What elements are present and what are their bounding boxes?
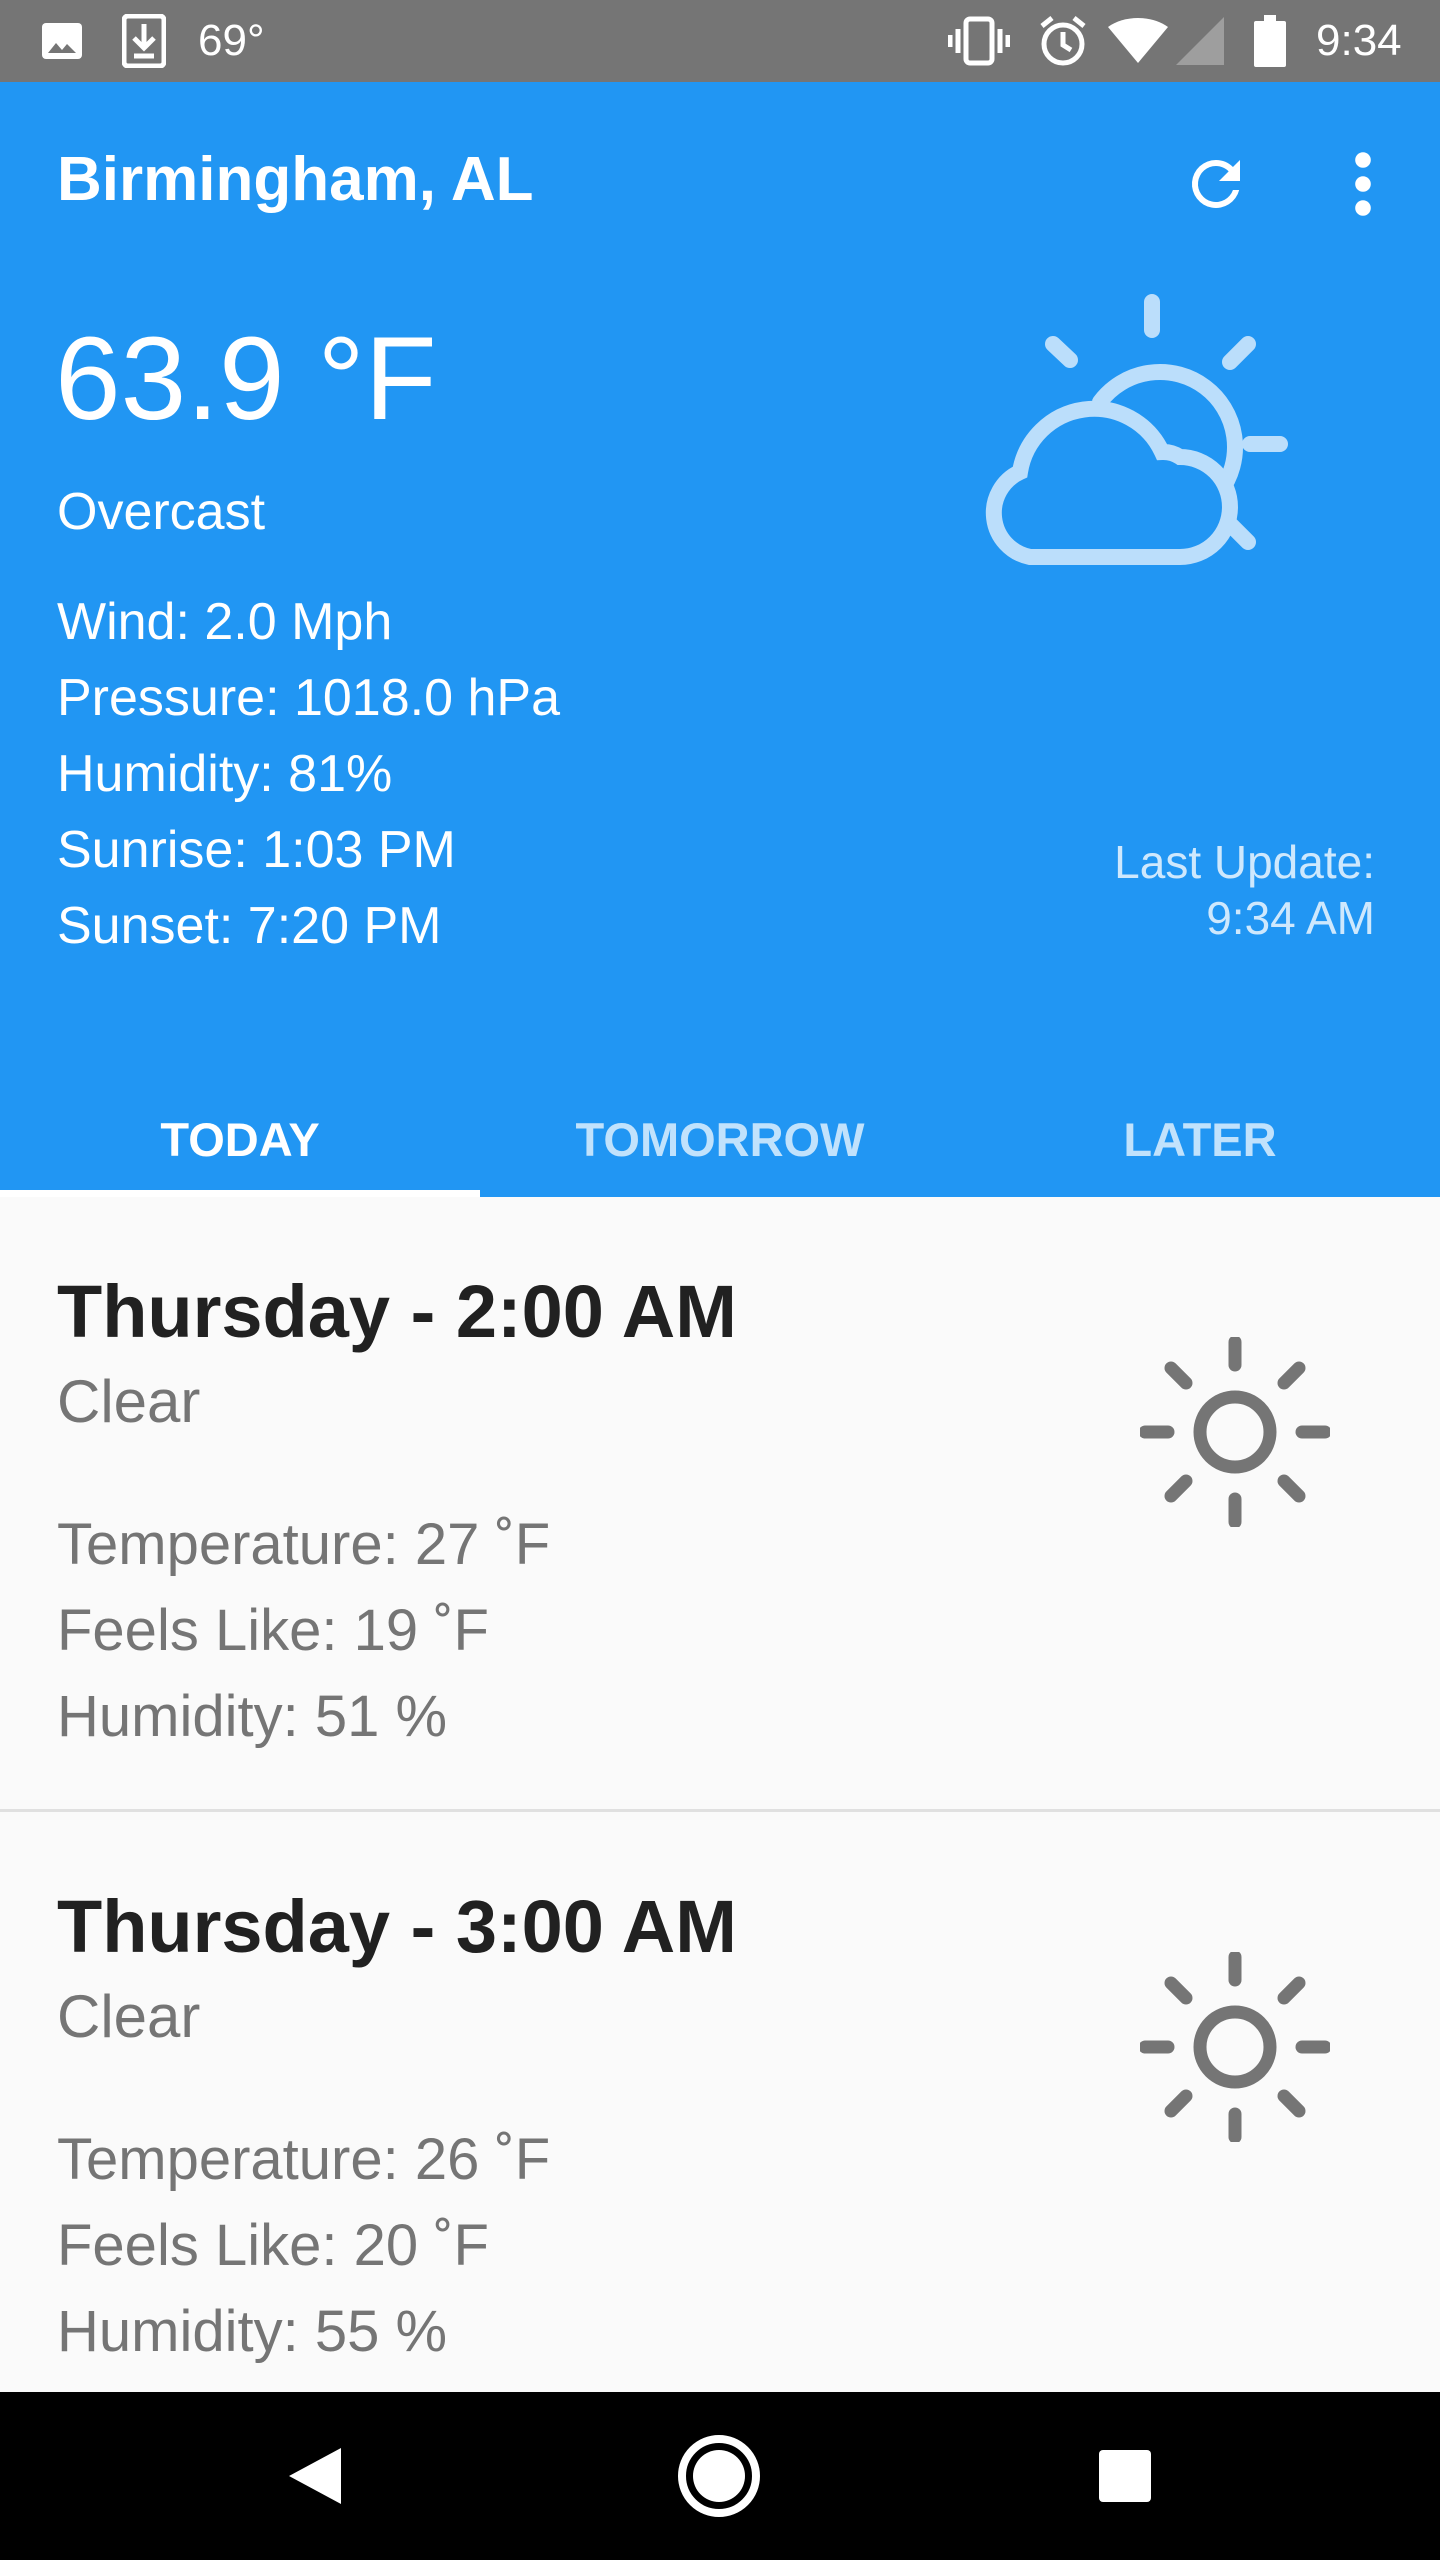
signal-icon <box>1176 0 1224 82</box>
pressure-value: Pressure: 1018.0 hPa <box>57 669 560 727</box>
sun-icon <box>1138 1335 1332 1529</box>
tab-later[interactable]: LATER <box>960 1082 1440 1197</box>
forecast-feels-like: Feels Like: 20 ˚F <box>57 2213 489 2278</box>
vibrate-icon <box>948 0 1010 82</box>
partly-cloudy-icon <box>930 292 1300 592</box>
image-icon <box>38 0 86 82</box>
refresh-icon[interactable] <box>1180 148 1252 220</box>
home-icon[interactable] <box>669 2426 769 2526</box>
humidity-value: Humidity: 81% <box>57 745 393 803</box>
forecast-time: Thursday - 3:00 AM <box>57 1885 737 1968</box>
forecast-temperature: Temperature: 27 ˚F <box>57 1512 551 1577</box>
list-item[interactable]: Thursday - 2:00 AM Clear Temperature: 27… <box>0 1197 1440 1809</box>
overflow-menu-icon[interactable] <box>1330 148 1396 220</box>
forecast-humidity: Humidity: 51 % <box>57 1684 448 1749</box>
list-item[interactable]: Thursday - 3:00 AM Clear Temperature: 26… <box>0 1812 1440 2392</box>
weather-details: Wind: 2.0 Mph Pressure: 1018.0 hPa Humid… <box>57 584 560 964</box>
tab-indicator <box>0 1190 480 1197</box>
forecast-tabs: TODAY TOMORROW LATER <box>0 1082 1440 1197</box>
back-icon[interactable] <box>265 2426 365 2526</box>
tab-tomorrow[interactable]: TOMORROW <box>480 1082 960 1197</box>
navigation-bar <box>0 2392 1440 2560</box>
last-update-label: Last Update: <box>1114 836 1375 888</box>
status-time: 9:34 <box>1316 16 1402 65</box>
last-update: Last Update: 9:34 AM <box>1114 834 1375 946</box>
forecast-feels-like: Feels Like: 19 ˚F <box>57 1598 489 1663</box>
alarm-icon <box>1036 0 1090 82</box>
battery-icon <box>1254 0 1286 82</box>
download-icon <box>122 0 166 82</box>
wifi-icon <box>1108 0 1168 82</box>
forecast-temperature: Temperature: 26 ˚F <box>57 2127 551 2192</box>
sunrise-value: Sunrise: 1:03 PM <box>57 821 456 879</box>
forecast-values: Temperature: 26 ˚F Feels Like: 20 ˚F Hum… <box>57 2117 550 2375</box>
forecast-values: Temperature: 27 ˚F Feels Like: 19 ˚F Hum… <box>57 1502 550 1760</box>
current-description: Overcast <box>57 483 266 541</box>
forecast-condition: Clear <box>57 1368 201 1435</box>
wind-value: Wind: 2.0 Mph <box>57 593 393 651</box>
sun-icon <box>1138 1950 1332 2144</box>
recents-icon[interactable] <box>1075 2426 1175 2526</box>
notification-temp: 69° <box>198 16 265 65</box>
sunset-value: Sunset: 7:20 PM <box>57 897 442 955</box>
current-temperature: 63.9 °F <box>55 313 437 445</box>
city-title: Birmingham, AL <box>57 145 534 214</box>
forecast-condition: Clear <box>57 1983 201 2050</box>
forecast-humidity: Humidity: 55 % <box>57 2299 448 2364</box>
current-weather-header: Birmingham, AL 63.9 °F Overcast Wind: 2.… <box>0 82 1440 1197</box>
status-bar: 69° 9:34 <box>0 0 1440 82</box>
forecast-time: Thursday - 2:00 AM <box>57 1270 737 1353</box>
tab-today[interactable]: TODAY <box>0 1082 480 1197</box>
forecast-list[interactable]: Thursday - 2:00 AM Clear Temperature: 27… <box>0 1197 1440 2392</box>
last-update-time: 9:34 AM <box>1206 892 1375 944</box>
